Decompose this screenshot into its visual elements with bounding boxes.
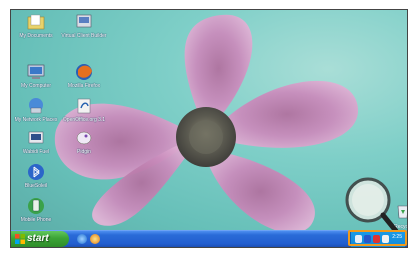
icon-label: My Documents bbox=[19, 33, 53, 39]
icon-label: Pidgin bbox=[77, 149, 91, 155]
computer-icon bbox=[27, 64, 45, 79]
folder-documents-icon bbox=[27, 14, 45, 30]
icon-label: BlueSoleil bbox=[24, 183, 48, 189]
phone-icon bbox=[28, 198, 44, 214]
tray-highlight-box bbox=[348, 230, 407, 246]
desktop-icon-wabidi-fuel[interactable]: Wabidi Fuel bbox=[13, 128, 59, 155]
desktop-icon-bluesoleil[interactable]: BlueSoleil bbox=[13, 162, 59, 189]
icon-label: My Computer bbox=[20, 83, 51, 89]
desktop-icon-openoffice[interactable]: OpenOffice.org 3.1 bbox=[61, 96, 107, 123]
desktop-icon-pidgin[interactable]: Pidgin bbox=[61, 128, 107, 155]
start-button[interactable]: start bbox=[11, 231, 69, 247]
magnifier-icon bbox=[345, 177, 399, 234]
windows-flag-icon bbox=[15, 234, 25, 244]
openoffice-icon bbox=[77, 98, 91, 114]
icon-label: OpenOffice.org 3.1 bbox=[62, 117, 106, 123]
icon-label: Mobile Phone bbox=[20, 217, 52, 223]
pidgin-icon bbox=[76, 131, 92, 145]
desktop-screenshot: My Documents Virtual Client Builder My C… bbox=[10, 9, 408, 248]
icon-label: Wabidi Fuel bbox=[22, 149, 50, 155]
quick-launch bbox=[77, 234, 107, 245]
program-icon bbox=[28, 131, 44, 144]
desktop-icon-my-computer[interactable]: My Computer bbox=[13, 62, 59, 89]
desktop-icon-my-documents[interactable]: My Documents bbox=[13, 12, 59, 39]
network-icon bbox=[29, 98, 43, 114]
desktop-icon-firefox[interactable]: Mozilla Firefox bbox=[61, 62, 107, 89]
program-icon bbox=[76, 14, 92, 28]
icon-label: My Network Places bbox=[14, 117, 58, 123]
media-icon[interactable] bbox=[90, 234, 100, 244]
desktop-icon-network-places[interactable]: My Network Places bbox=[13, 96, 59, 123]
bluetooth-icon bbox=[28, 164, 44, 180]
icon-label: Virtual Client Builder bbox=[61, 33, 107, 39]
start-label: start bbox=[27, 233, 49, 244]
icon-label: Mozilla Firefox bbox=[67, 83, 101, 89]
firefox-icon bbox=[76, 64, 92, 80]
desktop-icon-virtual-client[interactable]: Virtual Client Builder bbox=[61, 12, 107, 39]
taskbar: start 2:25 bbox=[11, 230, 407, 247]
ie-icon[interactable] bbox=[77, 234, 87, 244]
desktop-icon-mobile-phone[interactable]: Mobile Phone bbox=[13, 196, 59, 223]
